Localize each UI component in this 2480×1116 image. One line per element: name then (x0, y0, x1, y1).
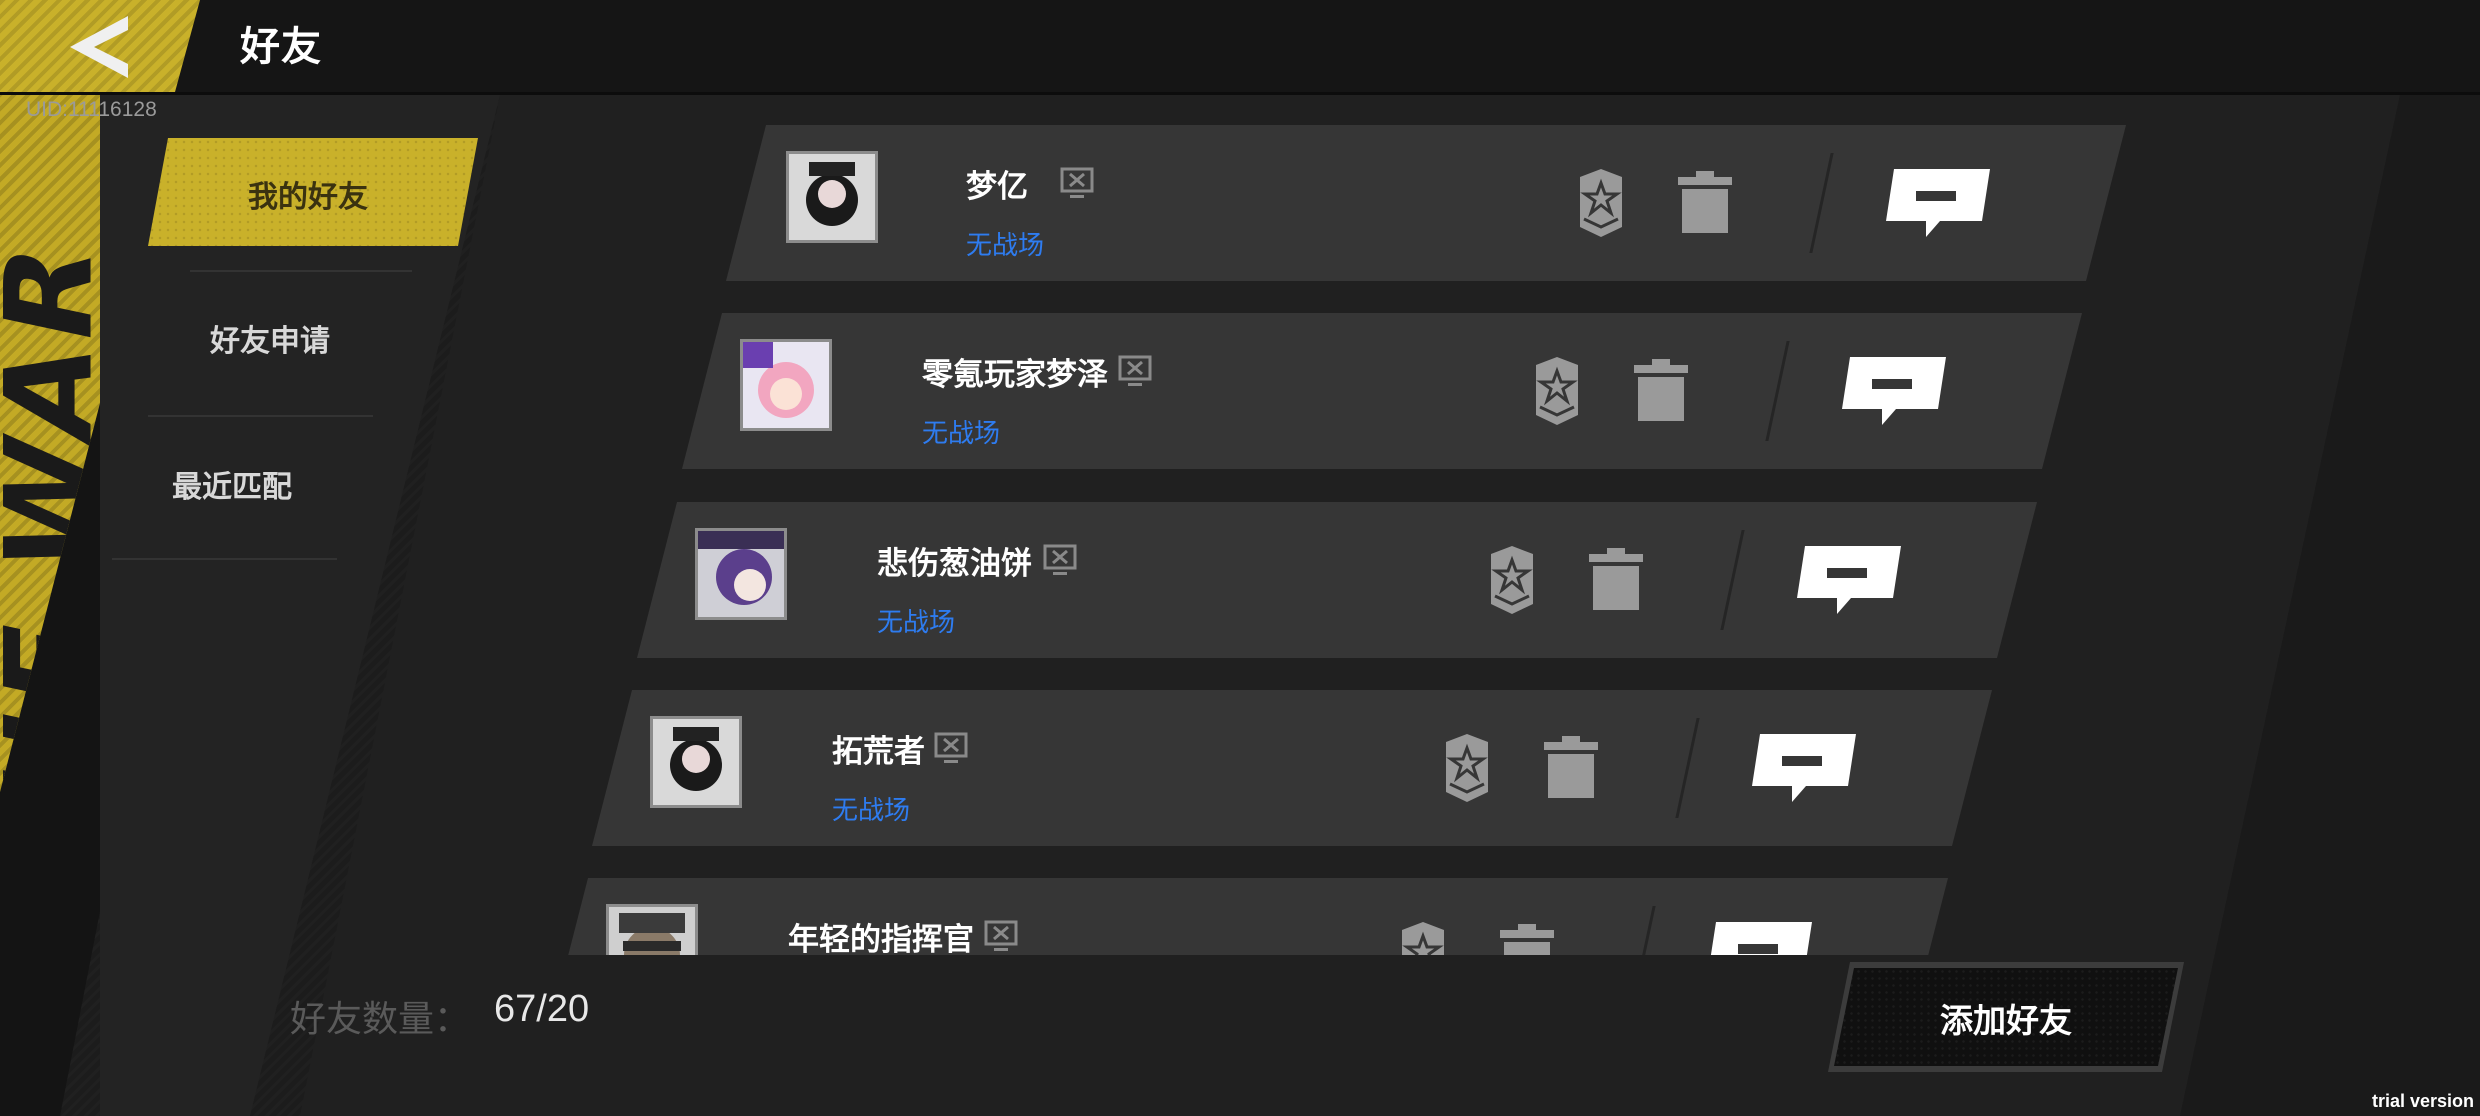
watermark: trial version (2371, 1091, 2474, 1111)
avatar[interactable] (650, 716, 742, 808)
rank-medal-icon[interactable] (1402, 922, 1444, 955)
delete-friend-icon[interactable] (1500, 924, 1554, 955)
friend-count-label: 好友数量： (290, 999, 471, 1040)
back-button[interactable] (0, 0, 200, 92)
row-divider (1631, 906, 1656, 955)
delete-friend-icon[interactable] (1544, 736, 1598, 798)
pc-monitor-icon (1043, 544, 1077, 575)
battle-status: 无战场 (832, 796, 911, 826)
delete-friend-icon[interactable] (1634, 359, 1688, 421)
add-friend-button-label: 添加好友 (1940, 1001, 2072, 1040)
row-divider (1720, 530, 1745, 630)
friend-row: 零氪玩家梦泽 无战场 (682, 313, 2082, 469)
add-friend-button[interactable]: 添加好友 (1828, 962, 2184, 1072)
page-title: 好友 (240, 24, 322, 70)
avatar[interactable] (786, 151, 878, 243)
pc-monitor-icon (1118, 355, 1152, 386)
friend-row: 拓荒者 无战场 (592, 690, 1992, 846)
friend-row: 年轻的指挥官 (548, 878, 1948, 955)
pc-monitor-icon (1060, 167, 1094, 198)
chat-message-icon[interactable] (1708, 922, 1812, 955)
delete-friend-icon[interactable] (1589, 548, 1643, 610)
friend-count-value: 67/20 (494, 988, 590, 1030)
row-divider (1809, 153, 1834, 253)
back-arrow-icon (70, 16, 128, 78)
delete-friend-icon[interactable] (1678, 171, 1732, 233)
nav-item-recent-matches[interactable]: 最近匹配 (172, 462, 292, 506)
chat-message-icon[interactable] (1886, 169, 1990, 237)
friend-name: 年轻的指挥官 (788, 922, 974, 955)
pc-monitor-icon (934, 732, 968, 763)
friend-name: 拓荒者 (832, 734, 925, 770)
friend-name: 零氪玩家梦泽 (922, 357, 1108, 393)
battle-status: 无战场 (922, 419, 1001, 449)
rank-medal-icon[interactable] (1446, 734, 1488, 802)
friend-list: 梦亿 无战场 零氪玩家梦泽 无战场 悲伤葱油饼 无战场 拓荒者 无战场 年轻的指… (300, 110, 2200, 955)
friend-row: 悲伤葱油饼 无战场 (637, 502, 2037, 658)
rank-medal-icon[interactable] (1580, 169, 1622, 237)
battle-status: 无战场 (966, 231, 1045, 261)
rank-medal-icon[interactable] (1491, 546, 1533, 614)
friend-name: 悲伤葱油饼 (877, 546, 1032, 582)
rank-medal-icon[interactable] (1536, 357, 1578, 425)
chat-message-icon[interactable] (1752, 734, 1856, 802)
row-divider (1765, 341, 1790, 441)
avatar[interactable] (695, 528, 787, 620)
avatar[interactable] (740, 339, 832, 431)
nav-item-label: 最近匹配 (172, 470, 292, 505)
row-divider (1675, 718, 1700, 818)
chat-message-icon[interactable] (1842, 357, 1946, 425)
chat-message-icon[interactable] (1797, 546, 1901, 614)
friend-row: 梦亿 无战场 (726, 125, 2126, 281)
avatar[interactable] (606, 904, 698, 955)
uid-label: UID:11116128 (26, 98, 157, 121)
friend-name: 梦亿 (966, 169, 1028, 205)
top-bar (0, 0, 2480, 95)
battle-status: 无战场 (877, 608, 956, 638)
pc-monitor-icon (984, 920, 1018, 951)
